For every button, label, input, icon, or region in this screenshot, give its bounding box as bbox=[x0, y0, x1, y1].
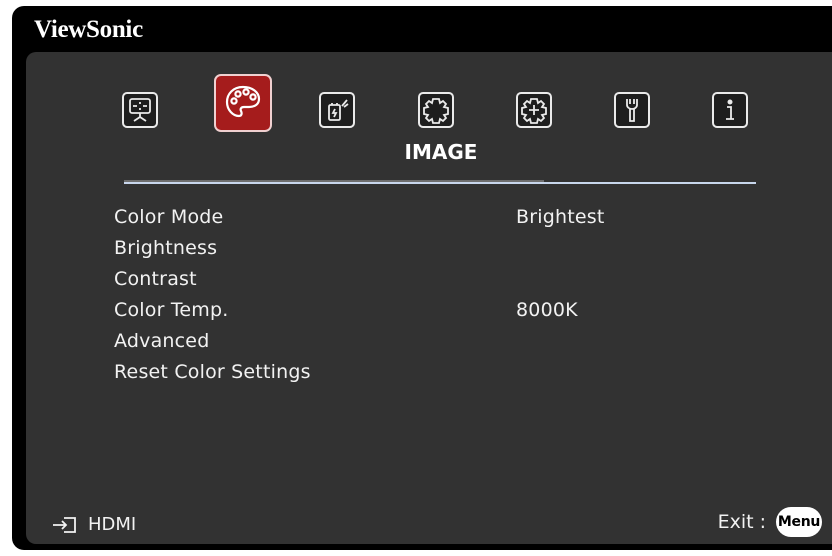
menu-item-label: Brightness bbox=[114, 237, 218, 259]
input-source-label: HDMI bbox=[88, 514, 137, 535]
menu-item-color-temp[interactable]: Color Temp. 8000K bbox=[114, 295, 674, 326]
info-icon bbox=[726, 99, 734, 120]
menu-item-reset-color-settings[interactable]: Reset Color Settings bbox=[114, 357, 674, 388]
projector-osd: ViewSonic IMAGE Color Mode Brightest Bri… bbox=[12, 6, 832, 550]
section-title-text: IMAGE bbox=[404, 140, 478, 164]
wrench-icon bbox=[626, 99, 638, 122]
display-icon bbox=[129, 98, 151, 122]
tab-advanced[interactable] bbox=[516, 92, 552, 128]
palette-icon bbox=[225, 85, 261, 118]
brand-logo: ViewSonic bbox=[34, 16, 143, 43]
advanced-settings-icon bbox=[521, 98, 547, 124]
menu-item-brightness[interactable]: Brightness bbox=[114, 233, 674, 264]
divider bbox=[124, 180, 756, 184]
tab-system[interactable] bbox=[614, 92, 650, 128]
menu-item-label: Reset Color Settings bbox=[114, 361, 311, 383]
menu-item-label: Advanced bbox=[114, 330, 210, 352]
section-title: IMAGE bbox=[26, 140, 832, 164]
menu-item-label: Color Mode bbox=[114, 206, 224, 228]
settings-gear-icon bbox=[423, 98, 449, 124]
menu-item-label: Contrast bbox=[114, 268, 197, 290]
menu-item-contrast[interactable]: Contrast bbox=[114, 264, 674, 295]
exit-hint: Exit : Menu bbox=[718, 507, 822, 537]
input-source-icon bbox=[53, 516, 76, 533]
tab-information[interactable] bbox=[712, 92, 748, 128]
menu-item-value: 8000K bbox=[516, 299, 578, 321]
menu-button[interactable]: Menu bbox=[776, 507, 822, 537]
menu-item-advanced[interactable]: Advanced bbox=[114, 326, 674, 357]
tab-power[interactable] bbox=[319, 92, 355, 128]
menu-list: Color Mode Brightest Brightness Contrast… bbox=[114, 202, 674, 388]
menu-item-label: Color Temp. bbox=[114, 299, 229, 321]
menu-item-value: Brightest bbox=[516, 206, 605, 228]
input-source: HDMI bbox=[52, 514, 136, 535]
exit-label: Exit : bbox=[717, 511, 766, 533]
tab-settings[interactable] bbox=[418, 92, 454, 128]
tab-image[interactable] bbox=[214, 74, 272, 132]
power-icon bbox=[328, 99, 349, 121]
tab-display[interactable] bbox=[122, 92, 158, 128]
menu-item-color-mode[interactable]: Color Mode Brightest bbox=[114, 202, 674, 233]
menu-panel: IMAGE Color Mode Brightest Brightness Co… bbox=[26, 52, 832, 544]
